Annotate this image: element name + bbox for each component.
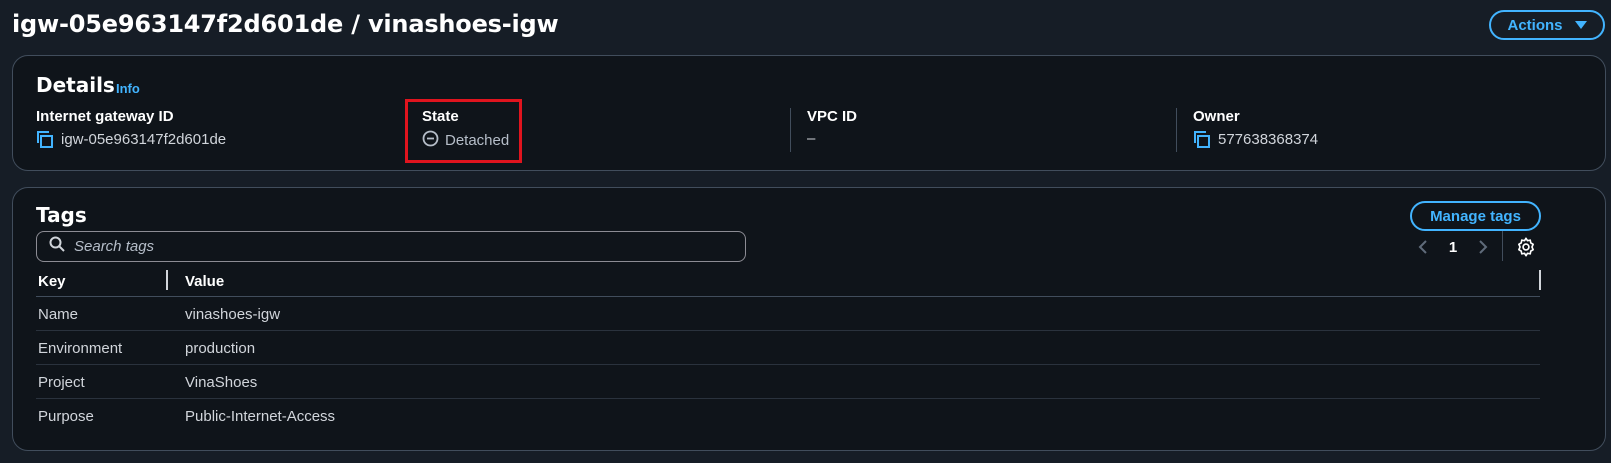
tag-key: Project (38, 374, 85, 391)
search-tags-box (36, 231, 746, 262)
caret-down-icon (1574, 21, 1587, 29)
chevron-left-icon[interactable] (1413, 237, 1433, 257)
page-title: igw-05e963147f2d601de / vinashoes-igw (12, 10, 559, 38)
tag-key: Environment (38, 340, 123, 357)
chevron-right-icon[interactable] (1473, 237, 1493, 257)
copy-icon[interactable] (36, 130, 55, 149)
state-highlight-box (405, 99, 522, 163)
tag-key: Purpose (38, 408, 94, 425)
gear-icon[interactable] (1515, 236, 1537, 258)
table-row: Purpose Public-Internet-Access (36, 399, 1540, 433)
vpc-id-field: VPC ID – (807, 108, 857, 158)
pager-divider (1502, 231, 1503, 261)
owner-field: Owner 577638368374 (1193, 108, 1318, 158)
tag-value: VinaShoes (185, 374, 258, 391)
details-panel: Details Info Internet gateway ID igw-05e… (12, 55, 1606, 171)
info-link[interactable]: Info (116, 81, 140, 96)
search-tags-input[interactable] (74, 238, 714, 255)
tag-key: Name (38, 306, 79, 323)
details-title: Details (36, 73, 115, 97)
column-divider (790, 108, 791, 152)
tags-panel: Tags Manage tags 1 Key Value Name vinash… (12, 187, 1606, 451)
owner-label: Owner (1193, 108, 1240, 125)
column-divider (1176, 108, 1177, 152)
copy-icon[interactable] (1193, 130, 1212, 149)
column-resize-handle[interactable] (1539, 270, 1541, 290)
tag-value: Public-Internet-Access (185, 408, 336, 425)
table-row: Environment production (36, 331, 1540, 365)
pagination: 1 (1413, 234, 1493, 260)
tags-table: Key Value Name vinashoes-igw Environment… (36, 266, 1541, 433)
internet-gateway-id-label: Internet gateway ID (36, 108, 174, 125)
tags-title: Tags (36, 203, 87, 227)
actions-button-label: Actions (1507, 16, 1563, 34)
table-row: Name vinashoes-igw (36, 297, 1540, 331)
table-header: Key Value (36, 266, 1541, 297)
page-number[interactable]: 1 (1433, 239, 1473, 256)
search-icon (49, 236, 65, 257)
manage-tags-button[interactable]: Manage tags (1410, 201, 1541, 231)
tag-value: vinashoes-igw (185, 306, 281, 323)
column-resize-handle[interactable] (166, 270, 168, 290)
vpc-id-label: VPC ID (807, 108, 858, 125)
owner-value: 577638368374 (1218, 131, 1319, 148)
tag-value: production (185, 340, 256, 357)
column-header-value[interactable]: Value (185, 273, 224, 290)
vpc-id-value: – (807, 130, 816, 147)
internet-gateway-id-field: Internet gateway ID igw-05e963147f2d601d… (36, 108, 226, 158)
table-row: Project VinaShoes (36, 365, 1540, 399)
actions-button[interactable]: Actions (1489, 10, 1605, 40)
internet-gateway-id-value: igw-05e963147f2d601de (61, 131, 227, 148)
column-header-key[interactable]: Key (38, 273, 66, 290)
